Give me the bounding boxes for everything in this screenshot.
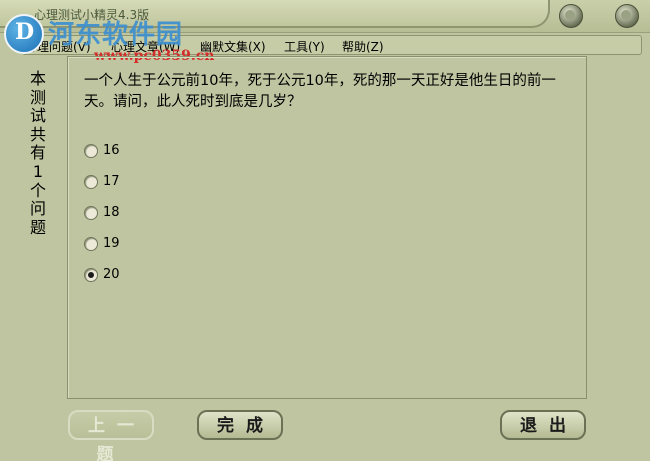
menu-tools[interactable]: 工具(Y) <box>284 38 325 55</box>
done-button[interactable]: 完成 <box>197 410 283 440</box>
option-label: 16 <box>103 143 120 158</box>
question-text: 一个人生于公元前10年，死于公元10年，死的那一天正好是他生日的前一天。请问，此… <box>84 73 556 110</box>
question-count-label: 本测试共有1个问题 <box>29 69 46 237</box>
option-label: 19 <box>103 236 120 251</box>
option-label: 17 <box>103 174 120 189</box>
site-logo-icon: D <box>4 14 44 54</box>
close-icon <box>621 10 631 20</box>
watermark-name: 河东软件园 <box>48 20 184 50</box>
menu-help[interactable]: 帮助(Z) <box>342 38 384 55</box>
minimize-button[interactable] <box>559 4 583 28</box>
option-label: 20 <box>103 267 120 282</box>
radio-button-selected[interactable] <box>84 268 98 282</box>
exit-button[interactable]: 退出 <box>500 410 586 440</box>
radio-button[interactable] <box>84 237 98 251</box>
radio-button[interactable] <box>84 144 98 158</box>
question-panel: 一个人生于公元前10年，死于公元10年，死的那一天正好是他生日的前一天。请问，此… <box>67 56 587 399</box>
minimize-icon <box>565 10 575 20</box>
radio-button[interactable] <box>84 206 98 220</box>
close-button[interactable] <box>615 4 639 28</box>
previous-question-button[interactable]: 上一题 <box>68 410 154 461</box>
option-label: 18 <box>103 205 120 220</box>
radio-button[interactable] <box>84 175 98 189</box>
app-window: 心理测试小精灵4.3版 心理问题(V) 心理文章(W) 幽默文集(X) 工具(Y… <box>0 0 650 461</box>
